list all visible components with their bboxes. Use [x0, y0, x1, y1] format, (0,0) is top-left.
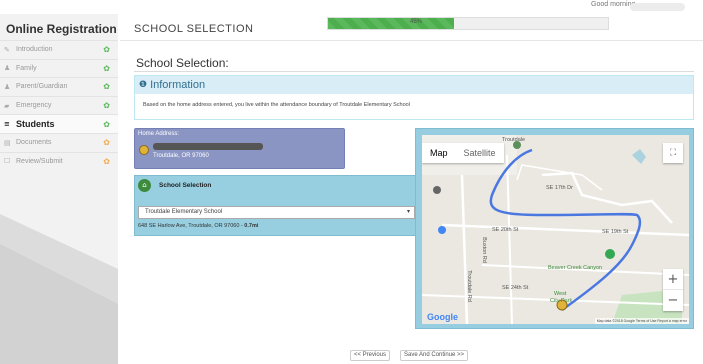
status-icon: ✿	[103, 138, 110, 148]
sidebar-item-documents[interactable]: ▤ Documents ✿	[0, 132, 118, 152]
information-header: ❶ Information	[135, 76, 693, 94]
map-type-control: Map Satellite	[422, 143, 504, 163]
sidebar-item-family[interactable]: ♟ Family ✿	[0, 58, 118, 78]
checkbox-icon: ☐	[4, 157, 11, 166]
google-logo: Google	[427, 312, 458, 322]
map-label-se-19th: SE 19th St	[602, 229, 629, 235]
map-label-buxton: Buxton Rd	[480, 237, 487, 263]
save-and-continue-button[interactable]: Save And Continue >>	[400, 350, 469, 361]
sidebar-item-students[interactable]: ≡ Students ✿	[0, 114, 118, 133]
map-label-beaver-creek: Beaver Creek Canyon	[548, 265, 603, 271]
school-select-value: Troutdale Elementary School	[145, 209, 223, 215]
map-label-troutdale: Troutdale	[502, 137, 526, 143]
header-divider	[120, 40, 703, 41]
sidebar-item-introduction[interactable]: ✎ Introduction ✿	[0, 40, 118, 59]
map-type-satellite-button[interactable]: Satellite	[456, 143, 504, 163]
sidebar-item-label: Emergency	[16, 102, 52, 110]
progress-fill	[328, 18, 454, 29]
document-icon: ▤	[4, 138, 11, 147]
previous-button[interactable]: << Previous	[350, 350, 391, 361]
status-icon: ✿	[103, 156, 110, 166]
school-selection-title: School Selection	[159, 182, 212, 189]
user-name-redacted	[630, 3, 685, 11]
graduation-cap-icon: ≡	[4, 120, 10, 129]
zoom-control: + −	[663, 269, 683, 311]
school-selection-box: ⌂ School Selection Troutdale Elementary …	[134, 175, 419, 236]
status-icon: ✿	[103, 45, 110, 55]
pencil-icon: ✎	[4, 45, 10, 54]
sidebar-title: Online Registration	[6, 22, 117, 36]
zoom-out-button[interactable]: −	[663, 290, 683, 311]
school-distance: 0.7mi	[244, 223, 259, 229]
info-icon: ❶	[139, 80, 148, 90]
information-text: Based on the home address entered, you l…	[143, 102, 410, 108]
heading-divider	[134, 71, 694, 72]
sidebar-item-parent-guardian[interactable]: ♟ Parent/Guardian ✿	[0, 77, 118, 96]
school-select-dropdown[interactable]: Troutdale Elementary School ▾	[138, 206, 415, 219]
map-label-se-24th: SE 24th St	[502, 285, 529, 291]
home-address-label: Home Address:	[138, 131, 180, 137]
home-address-box: Home Address: Troutdale, OR 97060	[134, 128, 345, 169]
sidebar-nav: ✎ Introduction ✿ ♟ Family ✿ ♟ Parent/Guardian ✿ ▰…	[0, 40, 118, 170]
home-pin-icon	[139, 145, 149, 155]
sidebar-item-label: Students	[16, 119, 55, 130]
progress-bar: 45%	[327, 17, 609, 30]
sidebar-item-emergency[interactable]: ▰ Emergency ✿	[0, 95, 118, 115]
home-street-redacted	[153, 143, 263, 150]
map-canvas[interactable]: Troutdale Buxton Rd Troutdale Rd SE 17th…	[422, 135, 689, 324]
status-icon: ✿	[103, 119, 110, 129]
information-title: Information	[150, 79, 206, 91]
home-city: Troutdale, OR 97060	[153, 153, 209, 159]
map-label-troutdale-rd: Troutdale Rd	[465, 270, 472, 302]
map-label-se-17th: SE 17th Dr	[546, 185, 573, 191]
map-label-se-20th: SE 20th St	[492, 227, 519, 233]
family-icon: ♟	[4, 64, 11, 73]
map-label-west: West	[554, 291, 567, 297]
school-address-text: 648 SE Harlow Ave, Troutdale, OR 97060 -	[138, 223, 245, 229]
sidebar-item-label: Family	[16, 64, 37, 72]
ambulance-icon: ▰	[4, 101, 10, 110]
status-icon: ✿	[103, 63, 110, 73]
sidebar-item-label: Review/Submit	[16, 157, 63, 165]
user-icon: ♟	[4, 82, 11, 91]
school-address: 648 SE Harlow Ave, Troutdale, OR 97060 -…	[138, 223, 258, 229]
status-icon: ✿	[103, 101, 110, 111]
top-bar: Good morning,	[0, 0, 703, 14]
sidebar-item-label: Parent/Guardian	[16, 83, 68, 91]
fullscreen-icon[interactable]: ⛶	[663, 143, 683, 163]
map-panel: Troutdale Buxton Rd Troutdale Rd SE 17th…	[415, 128, 694, 329]
page-heading: School Selection:	[136, 56, 229, 70]
information-panel: ❶ Information Based on the home address …	[134, 75, 694, 120]
status-icon: ✿	[103, 82, 110, 92]
sidebar-item-review-submit[interactable]: ☐ Review/Submit ✿	[0, 151, 118, 171]
section-title: SCHOOL SELECTION	[134, 23, 254, 35]
sidebar-item-label: Introduction	[16, 46, 53, 54]
chevron-down-icon: ▾	[406, 209, 410, 215]
progress-label: 45%	[410, 19, 423, 25]
sidebar-item-label: Documents	[16, 139, 52, 147]
zoom-in-button[interactable]: +	[663, 269, 683, 290]
map-attribution[interactable]: Map data ©2018 Google Terms of Use Repor…	[594, 318, 689, 324]
map-label-city-park: City Park	[550, 298, 573, 304]
school-pin-icon: ⌂	[138, 179, 151, 192]
map-type-map-button[interactable]: Map	[422, 143, 456, 163]
